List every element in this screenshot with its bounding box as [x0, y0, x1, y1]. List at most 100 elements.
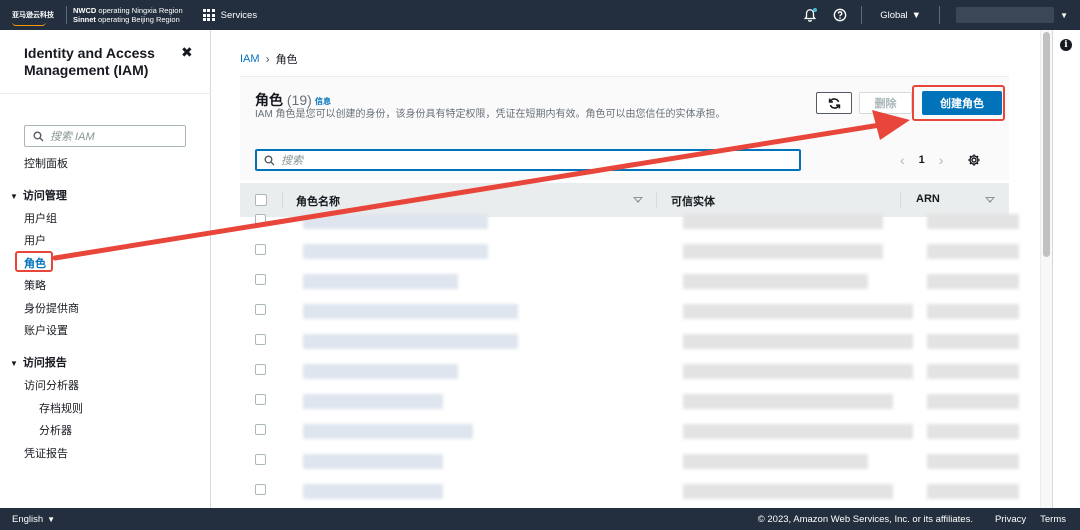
- roles-search-placeholder: 搜索: [281, 155, 303, 167]
- sidebar-section-access-management[interactable]: ▼ 访问管理: [10, 187, 67, 203]
- redacted-role-name[interactable]: [303, 364, 458, 379]
- next-page-icon[interactable]: ›: [939, 152, 944, 168]
- row-checkbox[interactable]: [255, 334, 266, 345]
- redacted-role-name[interactable]: [303, 214, 488, 229]
- brand-logo[interactable]: 亚马逊云科技: [12, 12, 60, 26]
- sort-caret-icon[interactable]: [985, 197, 995, 203]
- services-menu-button[interactable]: Services: [202, 9, 258, 21]
- redacted-arn: [927, 304, 1019, 319]
- redacted-role-name[interactable]: [303, 334, 518, 349]
- info-link[interactable]: 信息: [315, 96, 331, 107]
- table-row[interactable]: [240, 415, 1020, 445]
- roles-title-text: 角色: [255, 92, 283, 108]
- region-operator-2: Sinnet: [73, 15, 96, 24]
- redacted-trusted-entity: [683, 424, 913, 439]
- roles-search-input[interactable]: 搜索: [255, 149, 801, 171]
- sidebar-item-user-groups[interactable]: 用户组: [24, 210, 57, 226]
- row-checkbox[interactable]: [255, 424, 266, 435]
- region-desc-1: operating Ningxia Region: [98, 6, 183, 15]
- redacted-trusted-entity: [683, 214, 883, 229]
- breadcrumb-iam-link[interactable]: IAM: [240, 53, 260, 65]
- row-checkbox[interactable]: [255, 364, 266, 375]
- redacted-role-name[interactable]: [303, 304, 518, 319]
- redacted-role-name[interactable]: [303, 484, 443, 499]
- sidebar-item-account-settings[interactable]: 账户设置: [24, 322, 68, 338]
- sidebar-item-dashboard[interactable]: 控制面板: [24, 155, 68, 171]
- sidebar-item-analyzers[interactable]: 分析器: [39, 422, 72, 438]
- privacy-link[interactable]: Privacy: [995, 514, 1026, 525]
- search-icon: [264, 154, 275, 165]
- services-label: Services: [220, 9, 258, 21]
- redacted-arn: [927, 364, 1019, 379]
- terms-link[interactable]: Terms: [1040, 514, 1066, 525]
- language-selector[interactable]: English ▼: [12, 514, 55, 525]
- help-button[interactable]: [825, 0, 855, 30]
- section-label: 访问管理: [22, 190, 67, 202]
- notifications-button[interactable]: [795, 0, 825, 30]
- region-selector[interactable]: Global ▼: [868, 10, 933, 21]
- table-row[interactable]: [240, 205, 1020, 235]
- redacted-trusted-entity: [683, 274, 868, 289]
- row-checkbox[interactable]: [255, 214, 266, 225]
- table-row[interactable]: [240, 475, 1020, 505]
- sidebar-item-access-analyzer[interactable]: 访问分析器: [24, 377, 79, 393]
- nav-divider: [66, 6, 67, 24]
- account-menu-redacted[interactable]: [956, 7, 1055, 23]
- row-checkbox[interactable]: [255, 394, 266, 405]
- footer-bar: English ▼ © 2023, Amazon Web Services, I…: [0, 508, 1080, 530]
- sidebar-item-identity-providers[interactable]: 身份提供商: [24, 300, 79, 316]
- table-row[interactable]: [240, 265, 1020, 295]
- row-checkbox[interactable]: [255, 454, 266, 465]
- redacted-trusted-entity: [683, 364, 913, 379]
- close-icon[interactable]: ✖: [181, 44, 193, 61]
- sidebar-item-policies[interactable]: 策略: [24, 277, 46, 293]
- table-row[interactable]: [240, 445, 1020, 475]
- search-icon: [33, 130, 44, 141]
- scrollbar-thumb[interactable]: [1043, 32, 1050, 257]
- refresh-icon: [828, 97, 840, 109]
- refresh-button[interactable]: [816, 92, 852, 114]
- current-page-number[interactable]: 1: [919, 154, 925, 166]
- gear-icon[interactable]: [967, 153, 981, 167]
- nav-divider: [861, 6, 863, 24]
- copyright-text: © 2023, Amazon Web Services, Inc. or its…: [757, 513, 973, 525]
- info-icon[interactable]: i: [1060, 39, 1072, 51]
- row-checkbox[interactable]: [255, 274, 266, 285]
- redacted-role-name[interactable]: [303, 424, 473, 439]
- main-content: IAM › 角色 角色 (19) 信息 IAM 角色是您可以创建的身份，该身份具…: [211, 30, 1040, 508]
- region-label: Global: [880, 9, 908, 21]
- roles-table-panel: 角色 (19) 信息 IAM 角色是您可以创建的身份，该身份具有特定权限，凭证在…: [240, 76, 1019, 508]
- sidebar-section-access-reports[interactable]: ▼ 访问报告: [10, 354, 67, 370]
- sort-caret-icon[interactable]: [633, 197, 643, 203]
- delete-button[interactable]: 删除: [859, 92, 912, 114]
- row-checkbox[interactable]: [255, 304, 266, 315]
- row-checkbox[interactable]: [255, 244, 266, 255]
- roles-title: 角色 (19): [255, 90, 312, 110]
- sidebar-item-archive-rules[interactable]: 存档规则: [39, 400, 83, 416]
- redacted-arn: [927, 394, 1019, 409]
- redacted-arn: [927, 244, 1019, 259]
- redacted-role-name[interactable]: [303, 244, 488, 259]
- sidebar-item-credential-report[interactable]: 凭证报告: [24, 445, 68, 461]
- table-row[interactable]: [240, 295, 1020, 325]
- sidebar-search-input[interactable]: 搜索 IAM: [24, 125, 186, 147]
- region-operators: NWCD operating Ningxia Region Sinnet ope…: [73, 6, 183, 24]
- row-checkbox[interactable]: [255, 484, 266, 495]
- table-row[interactable]: [240, 235, 1020, 265]
- previous-page-icon[interactable]: ‹: [900, 152, 905, 168]
- account-caret-icon[interactable]: ▼: [1060, 11, 1068, 20]
- redacted-role-name[interactable]: [303, 394, 443, 409]
- redacted-trusted-entity: [683, 454, 868, 469]
- sidebar-item-users[interactable]: 用户: [24, 232, 46, 248]
- breadcrumb: IAM › 角色: [240, 51, 298, 67]
- table-row[interactable]: [240, 325, 1020, 355]
- services-grid-icon: [202, 9, 215, 21]
- page-scrollbar[interactable]: [1040, 30, 1052, 508]
- column-header-arn[interactable]: ARN: [916, 193, 940, 205]
- redacted-role-name[interactable]: [303, 274, 458, 289]
- annotation-highlight-create-role: [912, 85, 1005, 121]
- redacted-role-name[interactable]: [303, 454, 443, 469]
- region-desc-2: operating Beijing Region: [98, 15, 180, 24]
- table-row[interactable]: [240, 385, 1020, 415]
- table-row[interactable]: [240, 355, 1020, 385]
